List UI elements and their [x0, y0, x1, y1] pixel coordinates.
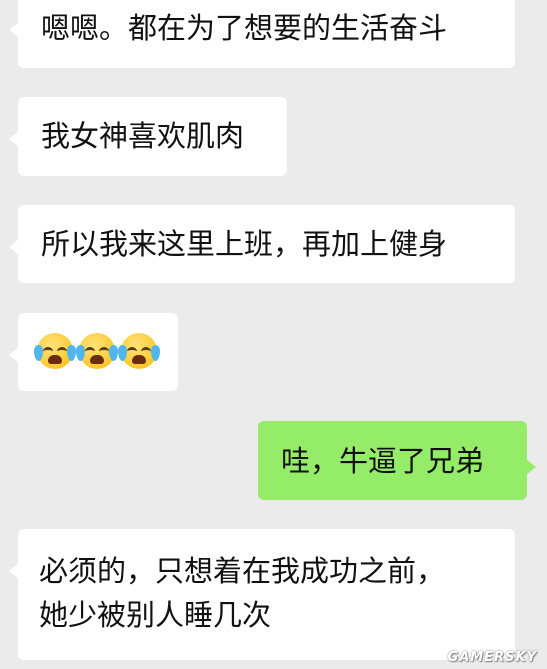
message-text-line-2: 她少被别人睡几次 — [39, 598, 272, 632]
gamersky-watermark: GAMERSKY — [447, 650, 537, 665]
message-text: 所以我来这里上班，再加上健身 — [41, 227, 448, 261]
message-bubble-incoming[interactable] — [9, 313, 178, 391]
bubble-tail — [9, 22, 19, 38]
bubble-tail — [9, 131, 19, 147]
chat-conversation: 嗯嗯。都在为了想要的生活奋斗 我女神喜欢肌肉 所以我来这里上班，再加上健身 哇，… — [0, 0, 547, 669]
crying-laughing-emoji-icon — [34, 333, 76, 369]
crying-laughing-emoji-icon — [76, 333, 118, 369]
bubble-tail — [526, 459, 536, 475]
bubble-tail — [9, 563, 19, 579]
message-text: 哇，牛逼了兄弟 — [281, 444, 485, 478]
message-text: 我女神喜欢肌肉 — [41, 119, 245, 153]
message-bubble-incoming[interactable]: 必须的，只想着在我成功之前， 她少被别人睡几次 — [9, 529, 515, 660]
message-bubble-incoming[interactable]: 我女神喜欢肌肉 — [9, 97, 287, 176]
crying-laughing-emoji-icon — [118, 333, 160, 369]
message-bubble-incoming[interactable]: 所以我来这里上班，再加上健身 — [9, 205, 515, 283]
message-text-line-1: 必须的，只想着在我成功之前， — [39, 554, 446, 588]
bubble-tail — [9, 239, 19, 255]
message-bubble-incoming[interactable]: 嗯嗯。都在为了想要的生活奋斗 — [9, 0, 515, 68]
message-text: 嗯嗯。都在为了想要的生活奋斗 — [41, 11, 448, 45]
bubble-tail — [9, 347, 19, 363]
message-bubble-outgoing[interactable]: 哇，牛逼了兄弟 — [258, 421, 536, 500]
